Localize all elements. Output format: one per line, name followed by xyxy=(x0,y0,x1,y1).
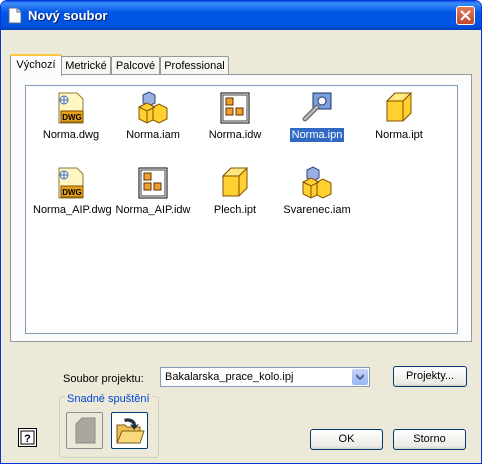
tab-label: Professional xyxy=(164,60,225,72)
file-label: Svarenec.iam xyxy=(283,204,351,216)
svg-text:DWG: DWG xyxy=(62,188,82,197)
dropdown-arrow-button[interactable] xyxy=(352,369,368,385)
open-file-button[interactable] xyxy=(111,412,148,449)
file-item-norma-ipn[interactable]: Norma.ipn xyxy=(277,91,357,155)
window-title: Nový soubor xyxy=(28,8,108,23)
projects-button[interactable]: Projekty... xyxy=(393,366,467,387)
new-sheet-button[interactable] xyxy=(66,412,103,449)
tab-label: Metrické xyxy=(65,60,107,72)
tab-label: Výchozí xyxy=(16,59,56,71)
presentation-file-icon xyxy=(302,92,332,122)
open-folder-icon xyxy=(116,418,145,444)
sheet-icon xyxy=(75,417,96,444)
dwg-file-icon: DWG xyxy=(58,167,84,199)
cancel-button-label: Storno xyxy=(413,433,446,445)
svg-text:DWG: DWG xyxy=(62,113,82,122)
tab-palcove[interactable]: Palcové xyxy=(111,56,160,74)
ok-button[interactable]: OK xyxy=(310,429,383,450)
file-label: Norma_AIP.idw xyxy=(115,204,191,216)
cancel-button[interactable]: Storno xyxy=(393,429,466,450)
file-label: Norma_AIP.dwg xyxy=(33,204,112,216)
file-item-plech-ipt[interactable]: Plech.ipt xyxy=(195,166,275,230)
file-item-norma-dwg[interactable]: DWG Norma.dwg xyxy=(31,91,111,155)
file-label: Plech.ipt xyxy=(213,204,257,216)
projects-button-label: Projekty... xyxy=(405,370,455,382)
file-item-norma-idw[interactable]: Norma.idw xyxy=(195,91,275,155)
chevron-down-icon xyxy=(356,374,364,380)
ok-button-label: OK xyxy=(338,433,355,445)
help-icon: ? xyxy=(20,430,35,445)
drawing-file-icon xyxy=(220,92,250,124)
file-label: Norma.idw xyxy=(208,129,262,141)
dwg-file-icon: DWG xyxy=(58,92,84,124)
title-bar[interactable]: Nový soubor xyxy=(1,1,481,30)
tab-metricke[interactable]: Metrické xyxy=(61,56,111,74)
new-document-icon xyxy=(8,7,22,24)
drawing-file-icon xyxy=(138,167,168,199)
part-file-icon xyxy=(385,92,413,122)
file-item-norma-aip-idw[interactable]: Norma_AIP.idw xyxy=(113,166,193,230)
part-file-icon xyxy=(221,167,249,197)
project-file-label: Soubor projektu: xyxy=(63,373,144,385)
close-icon xyxy=(460,10,471,21)
tab-vychozi[interactable]: Výchozí xyxy=(10,54,62,76)
tab-professional[interactable]: Professional xyxy=(160,56,229,74)
file-item-svarenec-iam[interactable]: Svarenec.iam xyxy=(277,166,357,230)
new-file-dialog: Nový soubor Výchozí Metrické Palcové Pro… xyxy=(0,0,482,464)
file-item-norma-iam[interactable]: Norma.iam xyxy=(113,91,193,155)
assembly-file-icon xyxy=(138,91,168,124)
file-label: Norma.ipn xyxy=(288,127,346,143)
project-file-value: Bakalarska_prace_kolo.ipj xyxy=(165,371,294,383)
tab-panel: DWG Norma.dwg Norma.iam Norma.idw Norma.… xyxy=(10,74,472,342)
file-item-norma-ipt[interactable]: Norma.ipt xyxy=(359,91,439,155)
tab-label: Palcové xyxy=(115,60,156,72)
file-label: Norma.iam xyxy=(126,129,180,141)
assembly-file-icon xyxy=(302,166,332,199)
help-button[interactable]: ? xyxy=(18,428,37,447)
file-item-norma-aip-dwg[interactable]: DWG Norma_AIP.dwg xyxy=(31,166,112,230)
file-label: Norma.dwg xyxy=(42,129,100,141)
file-label: Norma.ipt xyxy=(375,129,423,141)
quick-launch-label: Snadné spuštění xyxy=(65,393,152,405)
svg-text:?: ? xyxy=(24,433,31,445)
close-button[interactable] xyxy=(456,6,475,25)
template-list[interactable]: DWG Norma.dwg Norma.iam Norma.idw Norma.… xyxy=(25,85,458,334)
project-file-dropdown[interactable]: Bakalarska_prace_kolo.ipj xyxy=(160,367,370,387)
